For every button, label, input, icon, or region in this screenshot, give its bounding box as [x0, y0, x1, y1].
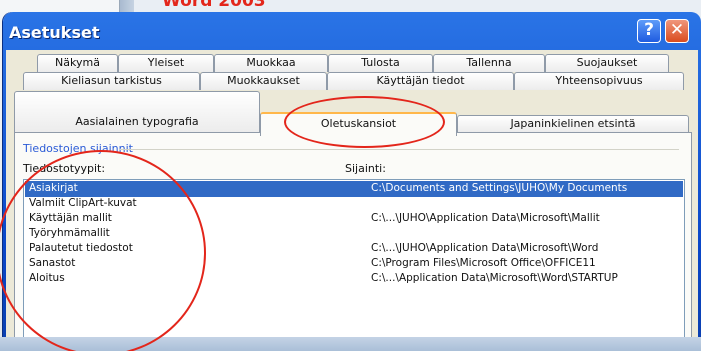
options-dialog-window: Asetukset ? ✕ Näkymä Yleiset Muokkaa Tul… [3, 12, 701, 351]
list-item[interactable]: Aloitus C:\...\Application Data\Microsof… [25, 271, 683, 287]
tab-kieliasun-tarkistus[interactable]: Kieliasun tarkistus [23, 72, 200, 90]
background-heading: Word 2003 [162, 0, 266, 11]
tab-oletuskansiot[interactable]: Oletuskansiot [260, 112, 457, 136]
tab-aasialainen-typografia[interactable]: Aasialainen typografia [14, 91, 260, 132]
close-button[interactable]: ✕ [665, 19, 689, 43]
file-type-label: Aloitus [29, 272, 65, 284]
file-type-label: Työryhmämallit [29, 227, 110, 239]
list-item[interactable]: Palautetut tiedostot C:\...\JUHO\Applica… [25, 241, 683, 257]
file-type-label: Asiakirjat [29, 182, 78, 194]
tab-yleiset[interactable]: Yleiset [118, 54, 214, 72]
help-button[interactable]: ? [637, 19, 661, 43]
tab-yhteensopivuus[interactable]: Yhteensopivuus [514, 72, 684, 90]
group-title-file-locations: Tiedostojen sijainnit [23, 142, 133, 155]
tab-suojaukset[interactable]: Suojaukset [545, 54, 669, 72]
dialog-body: Näkymä Yleiset Muokkaa Tulosta Tallenna … [6, 50, 698, 351]
title-bar[interactable]: Asetukset ? ✕ [3, 12, 701, 50]
list-item[interactable]: Asiakirjat C:\Documents and Settings\JUH… [25, 181, 683, 197]
file-location-value: C:\Documents and Settings\JUHO\My Docume… [371, 182, 628, 194]
file-type-label: Palautetut tiedostot [29, 242, 133, 254]
tab-tulosta[interactable]: Tulosta [328, 54, 433, 72]
tab-nakyma[interactable]: Näkymä [37, 54, 118, 72]
tab-muokkaa[interactable]: Muokkaa [214, 54, 328, 72]
tab-kayttajan-tiedot[interactable]: Käyttäjän tiedot [327, 72, 514, 90]
tab-muokkaukset[interactable]: Muokkaukset [200, 72, 327, 90]
tab-japaninkielinen-etsinta[interactable]: Japaninkielinen etsintä [457, 115, 689, 132]
background-bottom-strip [0, 337, 701, 351]
list-item[interactable]: Sanastot C:\Program Files\Microsoft Offi… [25, 256, 683, 272]
file-locations-list[interactable]: Asiakirjat C:\Documents and Settings\JUH… [23, 179, 685, 345]
file-type-label: Sanastot [29, 257, 76, 269]
file-type-label: Käyttäjän mallit [29, 212, 112, 224]
group-divider [119, 149, 679, 150]
list-item[interactable]: Käyttäjän mallit C:\...\JUHO\Application… [25, 211, 683, 227]
list-item[interactable]: Valmiit ClipArt-kuvat [25, 196, 683, 212]
column-label-file-types: Tiedostotyypit: [23, 162, 106, 175]
file-location-value: C:\...\JUHO\Application Data\Microsoft\M… [371, 212, 600, 224]
file-location-value: C:\Program Files\Microsoft Office\OFFICE… [371, 257, 596, 269]
window-title: Asetukset [9, 23, 100, 42]
column-label-location: Sijainti: [345, 162, 386, 175]
file-location-value: C:\...\JUHO\Application Data\Microsoft\W… [371, 242, 599, 254]
file-location-value: C:\...\Application Data\Microsoft\Word\S… [371, 272, 618, 284]
tab-tallenna[interactable]: Tallenna [433, 54, 545, 72]
file-type-label: Valmiit ClipArt-kuvat [29, 197, 137, 209]
tab-panel-oletuskansiot: Tiedostojen sijainnit Tiedostotyypit: Si… [14, 132, 692, 348]
list-item[interactable]: Työryhmämallit [25, 226, 683, 242]
